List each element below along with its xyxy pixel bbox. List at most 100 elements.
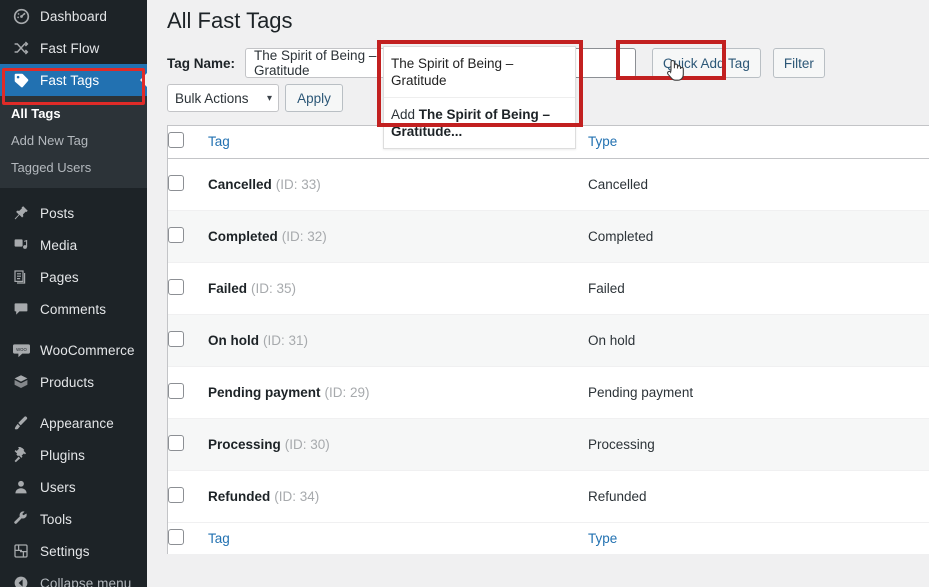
autocomplete-add-term: The Spirit of Being – Gratitude... <box>391 107 551 139</box>
tag-name[interactable]: Completed <box>208 229 278 244</box>
tag-cell: Pending payment (ID: 29) <box>208 366 588 419</box>
tag-icon <box>10 70 32 90</box>
checkbox-icon[interactable] <box>168 278 184 295</box>
table-row: Refunded (ID: 34) Refunded <box>168 470 929 523</box>
type-cell: Refunded <box>588 470 929 523</box>
sidebar-item-add-new-tag[interactable]: Add New Tag <box>0 127 147 154</box>
table-row: Processing (ID: 30) Processing <box>168 418 929 471</box>
sidebar-item-dashboard[interactable]: Dashboard <box>0 0 147 32</box>
chevron-down-icon: ▾ <box>266 92 272 104</box>
select-all-footer[interactable] <box>168 521 208 554</box>
table-row: Pending payment (ID: 29) Pending payment <box>168 366 929 419</box>
tag-name[interactable]: Cancelled <box>208 177 272 192</box>
checkbox-icon[interactable] <box>168 174 184 191</box>
sidebar-separator <box>0 325 147 334</box>
tag-id: (ID: 30) <box>284 436 330 452</box>
sidebar-item-tagged-users[interactable]: Tagged Users <box>0 154 147 181</box>
column-footer-type[interactable]: Type <box>588 521 929 554</box>
row-checkbox-cell[interactable] <box>168 470 208 523</box>
page-title: All Fast Tags <box>167 8 293 33</box>
sidebar-item-media[interactable]: Media <box>0 229 147 261</box>
row-checkbox-cell[interactable] <box>168 314 208 367</box>
type-cell: Processing <box>588 418 929 471</box>
tag-id: (ID: 32) <box>281 228 327 244</box>
sidebar-item-all-tags[interactable]: All Tags <box>0 100 147 127</box>
apply-button[interactable]: Apply <box>285 84 343 112</box>
checkbox-icon[interactable] <box>168 382 184 399</box>
sidebar-item-label: Fast Tags <box>40 72 100 88</box>
table-row: Cancelled (ID: 33) Cancelled <box>168 158 929 211</box>
sidebar-item-label: Users <box>40 479 76 495</box>
table-foot: Tag Type <box>168 521 929 554</box>
sidebar-item-products[interactable]: Products <box>0 366 147 398</box>
sidebar-item-label: Settings <box>40 543 90 559</box>
sidebar-item-label: Tools <box>40 511 73 527</box>
sidebar-item-label: Fast Flow <box>40 40 100 56</box>
sidebar-item-settings[interactable]: Settings <box>0 535 147 567</box>
sidebar-item-label: Posts <box>40 205 75 221</box>
table-body: Cancelled (ID: 33) Cancelled Completed (ID: … <box>168 158 929 523</box>
quick-add-tag-button[interactable]: Quick Add Tag <box>652 48 761 78</box>
sidebar-item-label: Media <box>40 237 78 253</box>
row-checkbox-cell[interactable] <box>168 262 208 315</box>
table-row: On hold (ID: 31) On hold <box>168 314 929 367</box>
checkbox-icon[interactable] <box>168 330 184 347</box>
checkbox-icon[interactable] <box>168 132 184 149</box>
shuffle-icon <box>10 38 32 58</box>
autocomplete-suggestion-item[interactable]: The Spirit of Being – Gratitude <box>384 47 575 98</box>
select-all-header[interactable] <box>168 126 208 159</box>
sidebar-item-users[interactable]: Users <box>0 471 147 503</box>
sidebar-item-posts[interactable]: Posts <box>0 197 147 229</box>
sidebar-item-appearance[interactable]: Appearance <box>0 407 147 439</box>
row-checkbox-cell[interactable] <box>168 366 208 419</box>
sidebar-item-label: Appearance <box>40 415 114 431</box>
type-cell: Pending payment <box>588 366 929 419</box>
submenu-label: All Tags <box>11 106 61 121</box>
collapse-menu-button[interactable]: Collapse menu <box>0 567 147 587</box>
tag-cell: Cancelled (ID: 33) <box>208 158 588 211</box>
checkbox-icon[interactable] <box>168 486 184 503</box>
tag-name[interactable]: Failed <box>208 281 247 296</box>
type-cell: Failed <box>588 262 929 315</box>
row-checkbox-cell[interactable] <box>168 158 208 211</box>
tag-name-autocomplete-dropdown[interactable]: The Spirit of Being – Gratitude Add The … <box>383 46 576 149</box>
column-footer-tag[interactable]: Tag <box>208 521 588 554</box>
table-row: Failed (ID: 35) Failed <box>168 262 929 315</box>
dashboard-icon <box>10 6 32 26</box>
row-checkbox-cell[interactable] <box>168 418 208 471</box>
woocommerce-icon: WOO <box>10 340 32 360</box>
row-checkbox-cell[interactable] <box>168 210 208 263</box>
sidebar-item-woocommerce[interactable]: WOO WooCommerce <box>0 334 147 366</box>
sidebar-item-label: Comments <box>40 301 107 317</box>
sidebar-item-tools[interactable]: Tools <box>0 503 147 535</box>
type-cell: Cancelled <box>588 158 929 211</box>
sidebar-item-pages[interactable]: Pages <box>0 261 147 293</box>
tag-id: (ID: 29) <box>324 384 370 400</box>
tag-cell: Completed (ID: 32) <box>208 210 588 263</box>
sidebar-item-comments[interactable]: Comments <box>0 293 147 325</box>
checkbox-icon[interactable] <box>168 528 184 545</box>
table-row: Completed (ID: 32) Completed <box>168 210 929 263</box>
filter-button[interactable]: Filter <box>772 48 825 78</box>
pages-icon <box>10 267 32 287</box>
tag-name[interactable]: Pending payment <box>208 385 321 400</box>
sidebar-item-label: WooCommerce <box>40 342 135 358</box>
settings-icon <box>10 541 32 561</box>
tag-name[interactable]: On hold <box>208 333 259 348</box>
sidebar-item-fast-tags[interactable]: Fast Tags <box>0 64 147 96</box>
checkbox-icon[interactable] <box>168 226 184 243</box>
autocomplete-add-new-item[interactable]: Add The Spirit of Being – Gratitude... <box>384 98 575 148</box>
tag-cell: Processing (ID: 30) <box>208 418 588 471</box>
checkbox-icon[interactable] <box>168 434 184 451</box>
sidebar-item-fast-flow[interactable]: Fast Flow <box>0 32 147 64</box>
type-cell: Completed <box>588 210 929 263</box>
tag-name[interactable]: Refunded <box>208 489 270 504</box>
sidebar-item-plugins[interactable]: Plugins <box>0 439 147 471</box>
tag-id: (ID: 35) <box>251 280 297 296</box>
column-header-type[interactable]: Type <box>588 126 929 159</box>
sidebar-separator <box>0 398 147 407</box>
sidebar-item-label: Pages <box>40 269 79 285</box>
pin-icon <box>10 203 32 223</box>
tag-name[interactable]: Processing <box>208 437 281 452</box>
bulk-actions-select[interactable]: Bulk Actions ▾ <box>167 84 279 112</box>
